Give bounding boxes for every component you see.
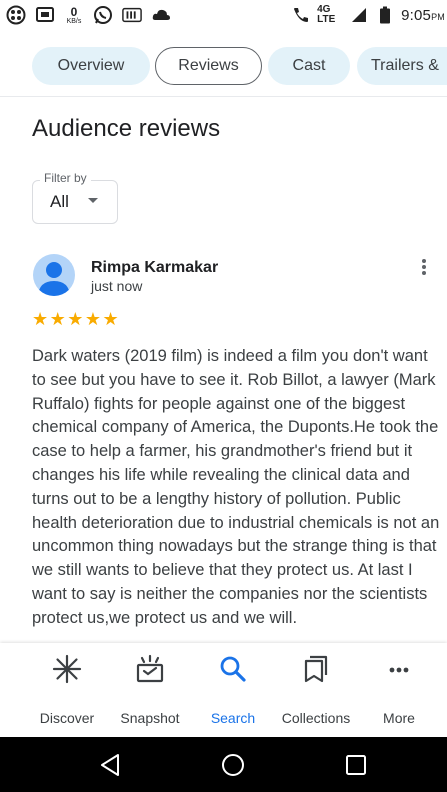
data-speed-value: 0 <box>70 4 78 19</box>
search-icon <box>220 656 246 682</box>
nav-more[interactable]: More <box>354 643 444 737</box>
review-text: Dark waters (2019 film) is indeed a film… <box>32 347 440 627</box>
battery-icon <box>375 5 395 25</box>
tab-trailers[interactable]: Trailers & <box>357 47 447 85</box>
more-vert-icon[interactable] <box>416 256 432 278</box>
nav-discover[interactable]: Discover <box>22 643 112 737</box>
screen-icon <box>35 5 55 25</box>
app-box-icon <box>122 5 142 25</box>
filter-dropdown[interactable] <box>32 180 118 224</box>
review-time: just now <box>91 278 143 294</box>
section-title: Audience reviews <box>32 115 221 142</box>
filter-label: Filter by <box>40 171 91 185</box>
back-icon[interactable] <box>98 752 124 778</box>
signal-icon <box>349 5 369 25</box>
data-speed-icon: 0 KB/s <box>64 5 84 25</box>
phone-hd-icon <box>291 5 311 25</box>
asterisk-icon <box>52 654 82 684</box>
avatar <box>33 254 75 296</box>
nav-discover-label: Discover <box>39 710 95 726</box>
data-speed-unit: KB/s <box>66 17 82 25</box>
more-horiz-icon <box>389 667 409 673</box>
bottom-navigation: Discover Snapshot Search Collections Mor… <box>0 643 447 737</box>
nav-snapshot[interactable]: Snapshot <box>105 643 195 737</box>
dropdown-caret-icon[interactable] <box>88 198 98 203</box>
collections-icon <box>304 655 328 683</box>
status-icons-right: 4G LTE 9:05PM <box>291 5 445 25</box>
status-time-value: 9:05 <box>401 6 432 24</box>
snapshot-icon <box>136 654 164 683</box>
filter-value[interactable]: All <box>50 192 69 212</box>
tab-bar: Overview Reviews Cast Trailers & <box>0 43 447 95</box>
home-icon[interactable] <box>220 752 246 778</box>
system-nav-bar <box>0 737 447 792</box>
star-rating: ★★★★★ <box>32 309 121 329</box>
cloud-icon <box>151 5 171 25</box>
person-icon <box>38 262 70 296</box>
nav-snapshot-label: Snapshot <box>120 710 180 726</box>
tabs-divider <box>0 96 447 97</box>
recent-apps-icon[interactable] <box>343 752 369 778</box>
tab-reviews[interactable]: Reviews <box>155 47 262 85</box>
network-type-label: 4G LTE <box>317 4 336 25</box>
nav-search[interactable]: Search <box>188 643 278 737</box>
whatsapp-icon <box>93 5 113 25</box>
nav-collections[interactable]: Collections <box>271 643 361 737</box>
tab-overview[interactable]: Overview <box>32 47 150 85</box>
status-icons-left: 0 KB/s <box>6 5 171 25</box>
nav-more-label: More <box>383 710 415 726</box>
status-bar: 0 KB/s 4G LTE 9:05PM <box>0 0 447 30</box>
app-icon <box>6 5 26 25</box>
reviewer-name: Rimpa Karmakar <box>91 259 219 276</box>
status-time-suffix: PM <box>431 11 445 22</box>
nav-search-label: Search <box>210 710 256 726</box>
nav-collections-label: Collections <box>281 710 351 726</box>
status-time: 9:05PM <box>401 7 445 24</box>
tab-cast[interactable]: Cast <box>268 47 350 85</box>
